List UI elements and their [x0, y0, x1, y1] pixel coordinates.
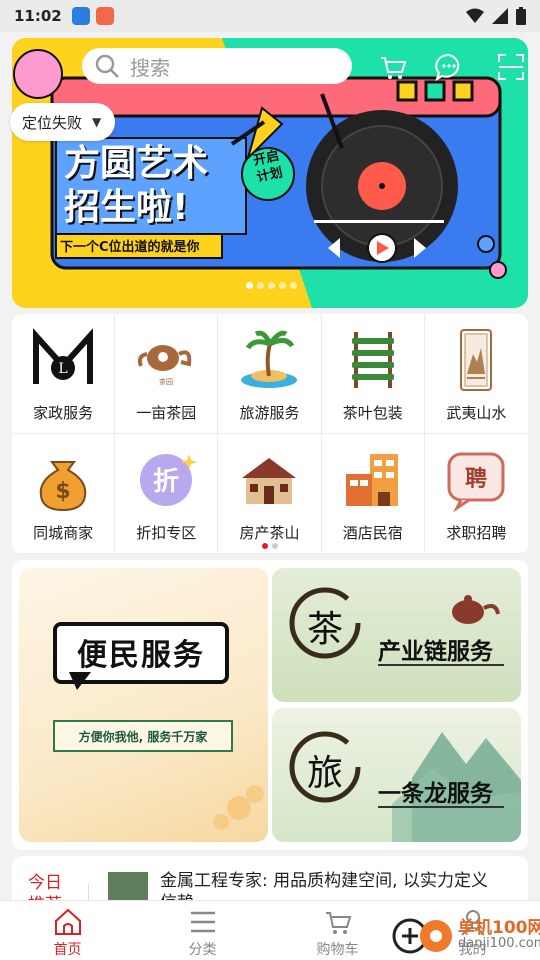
tab-label: 购物车 [316, 942, 359, 958]
svg-text:折: 折 [153, 467, 179, 497]
category-item[interactable]: 武夷山水 [424, 314, 528, 434]
service-title: 便民服务 [77, 638, 205, 673]
wifi-icon [466, 8, 484, 23]
category-pagination [262, 543, 278, 549]
svg-text:聘: 聘 [465, 467, 487, 492]
convenience-service-card[interactable]: 便民服务 方便你我他, 服务千万家 [19, 568, 268, 842]
pagination-dot [268, 282, 275, 289]
pagination-dot [257, 282, 264, 289]
tab-label: 首页 [53, 942, 82, 958]
divider [378, 664, 504, 666]
recruit-icon: 聘 [447, 452, 505, 512]
list-icon [190, 911, 215, 933]
banner-pagination [246, 282, 297, 289]
pagination-dot [290, 282, 297, 289]
category-item[interactable]: L 家政服务 [12, 314, 116, 434]
watermark: 单机100网 danji100.com [392, 916, 540, 956]
tea-industry-service-card[interactable]: 茶 产业链服务 [272, 568, 521, 702]
services-panel: 便民服务 方便你我他, 服务千万家 茶 产业链服务 旅 一条龙服务 [12, 560, 528, 850]
banner-headline-line1: 方圆艺术 [64, 143, 209, 184]
hotel-icon [345, 454, 398, 506]
category-item[interactable]: 折 折扣专区 [115, 434, 219, 554]
search-icon [95, 54, 119, 78]
location-label: 定位失败 [22, 113, 83, 132]
category-label: 酒店民宿 [342, 524, 403, 542]
svg-text:茶园: 茶园 [159, 377, 173, 386]
service-subtitle: 方便你我他, 服务千万家 [53, 720, 233, 752]
travel-service-card[interactable]: 旅 一条龙服务 [272, 708, 521, 842]
svg-text:L: L [58, 361, 67, 377]
money-bag-icon: $ [39, 461, 87, 512]
battery-icon [516, 7, 526, 25]
watermark-title: 单机100网 [458, 918, 540, 938]
tab-cart[interactable]: 购物车 [270, 901, 405, 960]
category-label: 折扣专区 [136, 524, 197, 542]
teapot-icon: 茶园 [138, 345, 192, 386]
palm-island-icon [241, 330, 298, 388]
tab-label: 分类 [188, 942, 217, 958]
banner-slogan: 下一个C位出道的就是你 [60, 240, 200, 255]
pagination-dot [272, 543, 278, 549]
flower-icon [213, 785, 264, 830]
category-label: 茶叶包装 [342, 404, 403, 422]
location-selector[interactable]: 定位失败 ▼ [10, 103, 116, 141]
pagination-dot [279, 282, 286, 289]
search-bar[interactable]: 搜索 [82, 48, 352, 84]
service-title: 一条龙服务 [378, 781, 493, 807]
svg-text:$: $ [55, 479, 70, 504]
service-char: 茶 [306, 609, 343, 650]
tab-category[interactable]: 分类 [135, 901, 270, 960]
category-label: 求职招聘 [446, 524, 507, 542]
category-item[interactable]: 茶叶包装 [321, 314, 425, 434]
category-item[interactable]: 茶园 一亩茶园 [115, 314, 219, 434]
category-label: 武夷山水 [446, 404, 507, 422]
status-bar: 11:02 [0, 0, 540, 32]
house-icon [242, 458, 297, 504]
cart-icon [325, 912, 351, 934]
category-item[interactable]: $ 同城商家 [12, 434, 116, 554]
category-item[interactable]: 房产茶山 [218, 434, 322, 554]
service-char: 旅 [306, 753, 343, 794]
category-grid: L 家政服务 茶园 一亩茶园 旅游服务 茶叶包装 武夷山水 $ 同城商家 折 折… [12, 314, 528, 554]
watermark-url: danji100.com [458, 936, 540, 951]
landscape-scroll-icon [460, 329, 493, 391]
speech-bubble-tail [69, 672, 91, 690]
teapot-icon [452, 595, 500, 624]
category-label: 家政服务 [33, 404, 94, 422]
tab-home[interactable]: 首页 [0, 901, 135, 960]
cart-icon[interactable] [378, 52, 408, 82]
category-label: 同城商家 [33, 524, 94, 542]
tea-rack-icon [351, 332, 394, 388]
pagination-dot [246, 282, 253, 289]
signal-icon [492, 8, 508, 24]
category-item[interactable]: 聘 求职招聘 [424, 434, 528, 554]
scan-icon[interactable] [496, 52, 526, 82]
discount-badge-icon: 折 [140, 454, 198, 506]
chevron-down-icon: ▼ [92, 115, 102, 129]
banner-headline-line2: 招生啦! [64, 187, 189, 228]
banner-headline: 方圆艺术 招生啦! [64, 142, 208, 230]
app-notification-icon [95, 7, 114, 25]
service-title: 产业链服务 [378, 639, 493, 665]
status-time: 11:02 [14, 7, 62, 25]
watermark-logo [392, 918, 452, 954]
home-icon [54, 908, 81, 935]
app-notification-icon [71, 7, 90, 25]
letter-m-logo-icon: L [33, 328, 94, 384]
category-item[interactable]: 旅游服务 [218, 314, 322, 434]
category-label: 一亩茶园 [136, 404, 197, 422]
category-label: 房产茶山 [239, 524, 300, 542]
search-placeholder: 搜索 [130, 55, 170, 80]
category-item[interactable]: 酒店民宿 [321, 434, 425, 554]
category-label: 旅游服务 [239, 404, 300, 422]
divider [378, 806, 504, 808]
pagination-dot [262, 543, 268, 549]
message-icon[interactable] [434, 52, 464, 82]
